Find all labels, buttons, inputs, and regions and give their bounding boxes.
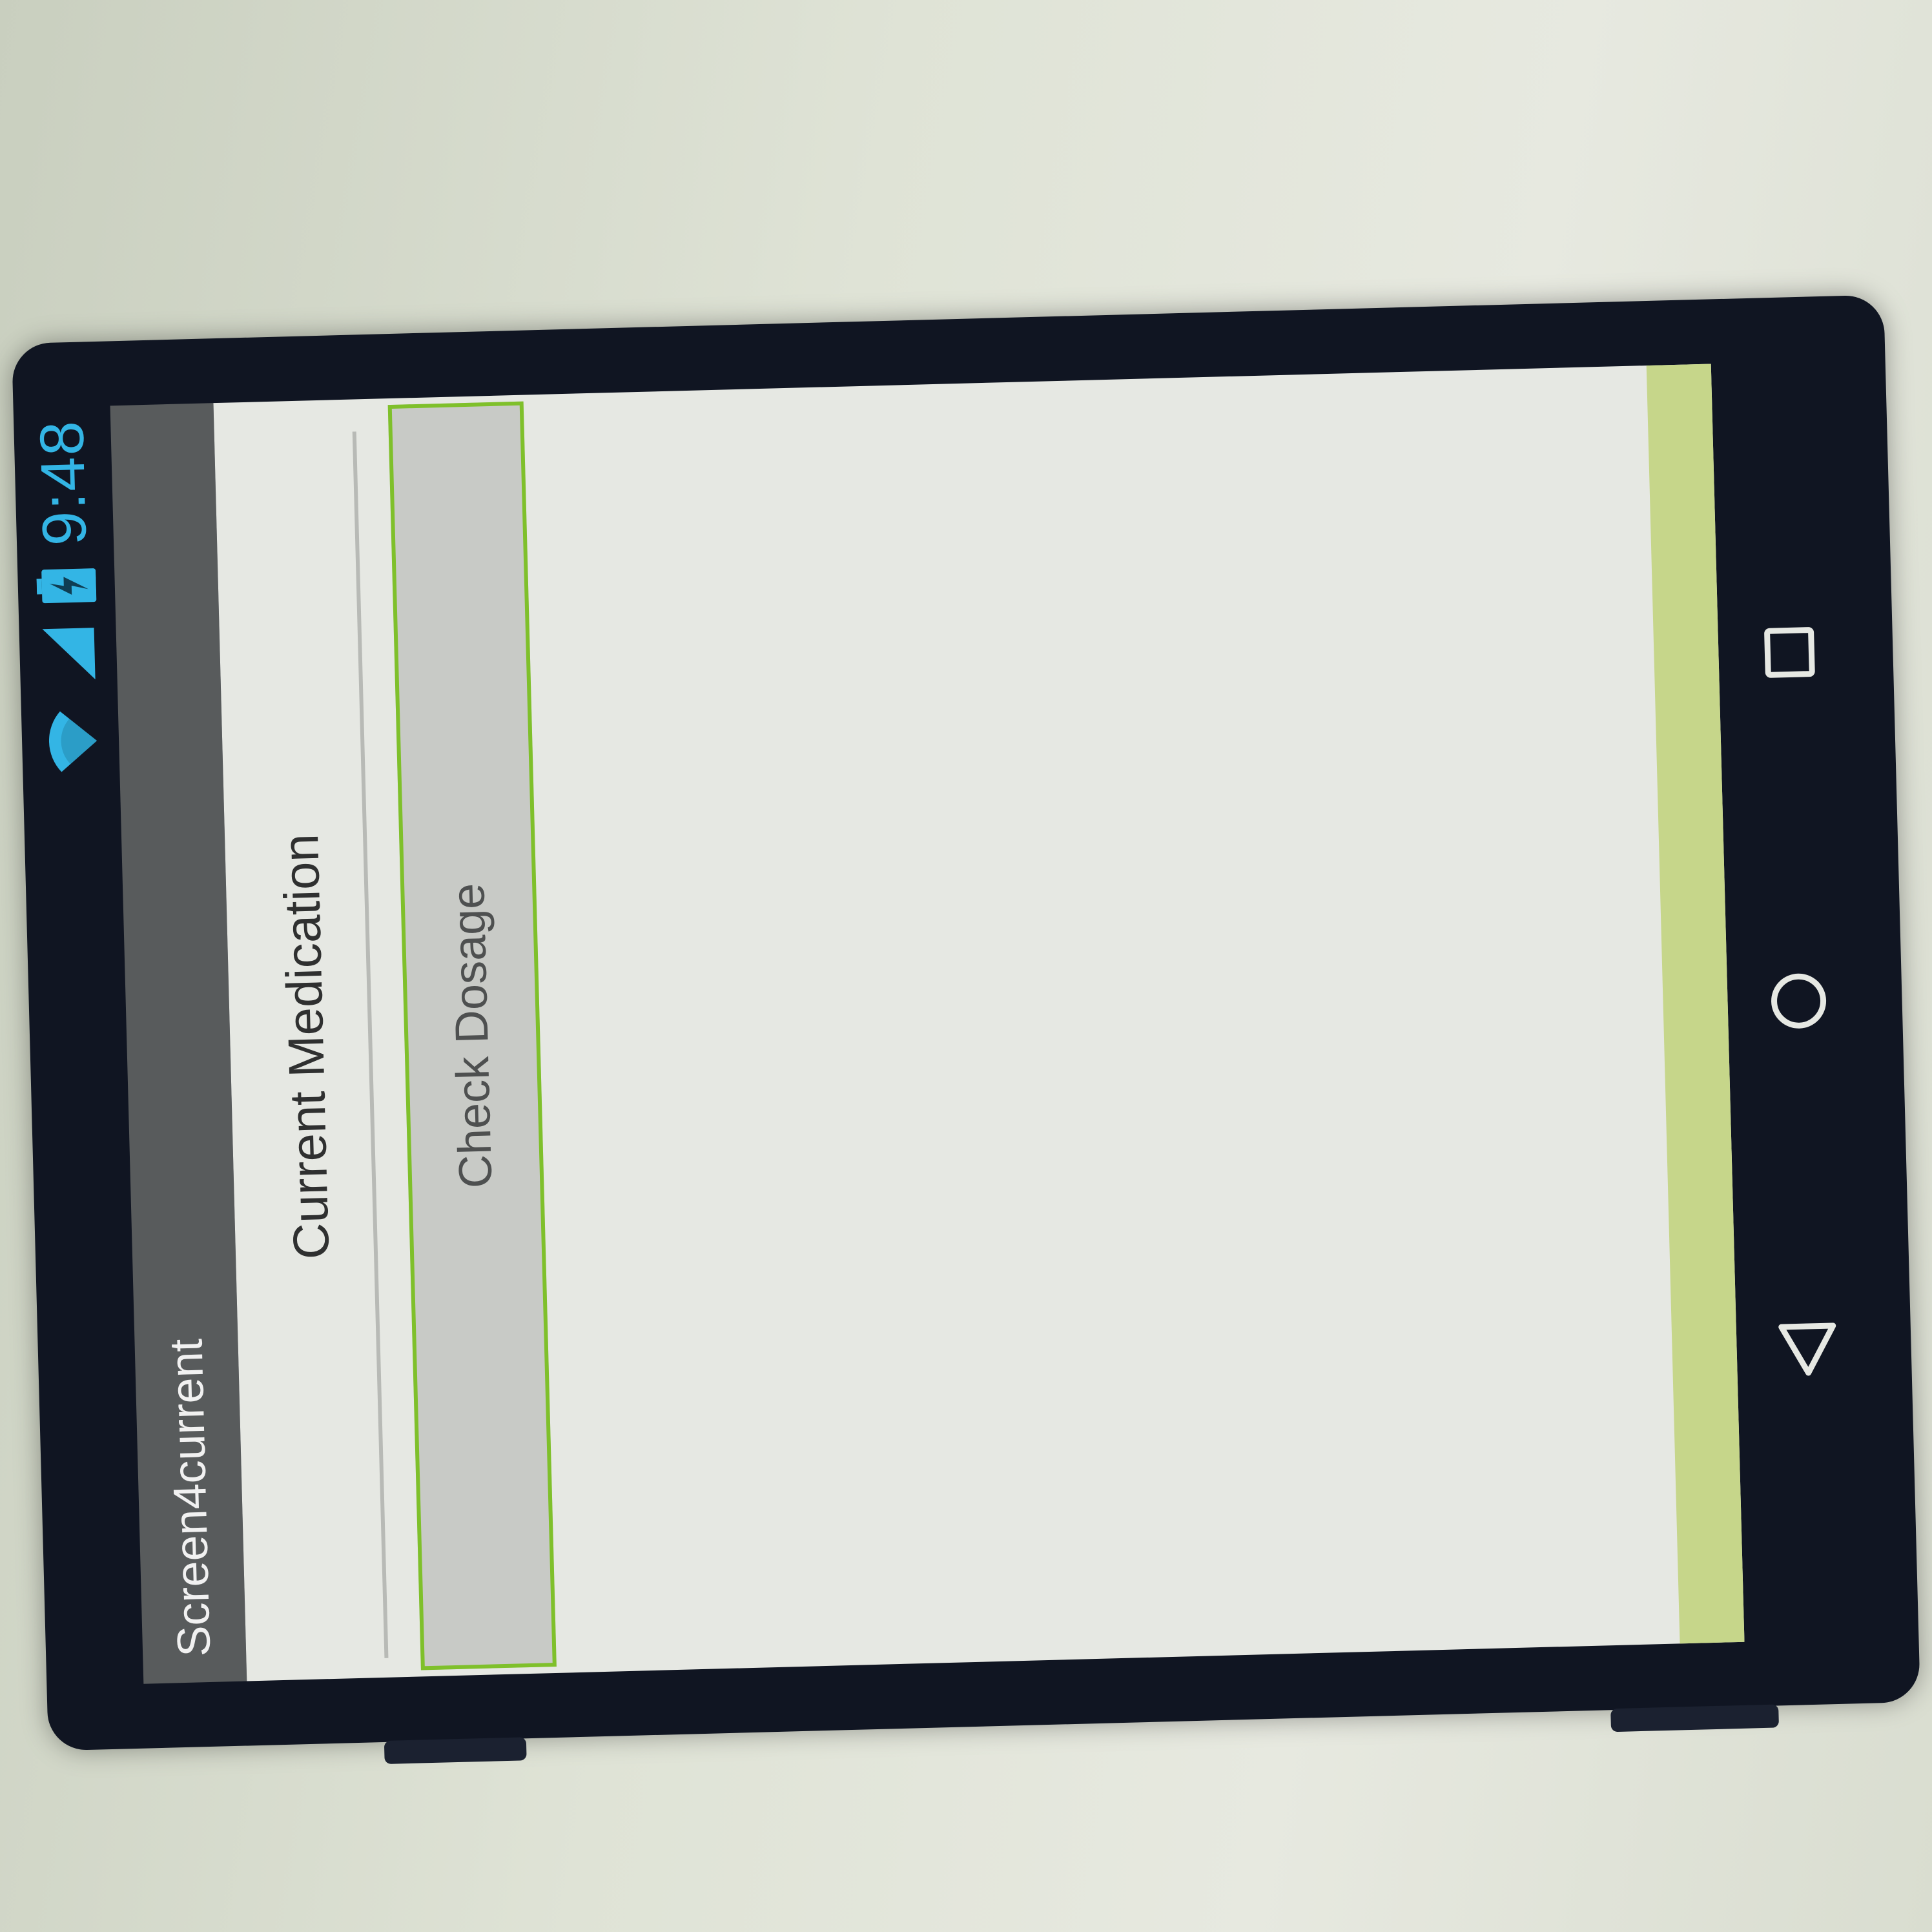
current-medication-label: Current Medication — [271, 833, 340, 1260]
status-time: 9:48 — [27, 418, 100, 547]
power-key — [1610, 1704, 1780, 1732]
wifi-icon — [41, 705, 101, 777]
phone-device: 9:48 Screen4current Current Medication C… — [11, 294, 1921, 1764]
screen-content: Current Medication Check Dosage — [213, 364, 1745, 1681]
check-dosage-label: Check Dosage — [442, 882, 502, 1189]
check-dosage-button[interactable]: Check Dosage — [387, 401, 557, 1670]
recents-icon[interactable] — [1750, 613, 1829, 692]
battery-charging-icon — [36, 567, 97, 604]
volume-key — [384, 1737, 527, 1764]
app-title: Screen4current — [160, 1338, 221, 1658]
navigation-bar — [1718, 360, 1880, 1642]
cell-signal-icon — [38, 625, 98, 684]
back-icon[interactable] — [1768, 1310, 1847, 1389]
home-icon[interactable] — [1759, 961, 1838, 1041]
medication-label-row: Current Medication — [227, 431, 389, 1661]
